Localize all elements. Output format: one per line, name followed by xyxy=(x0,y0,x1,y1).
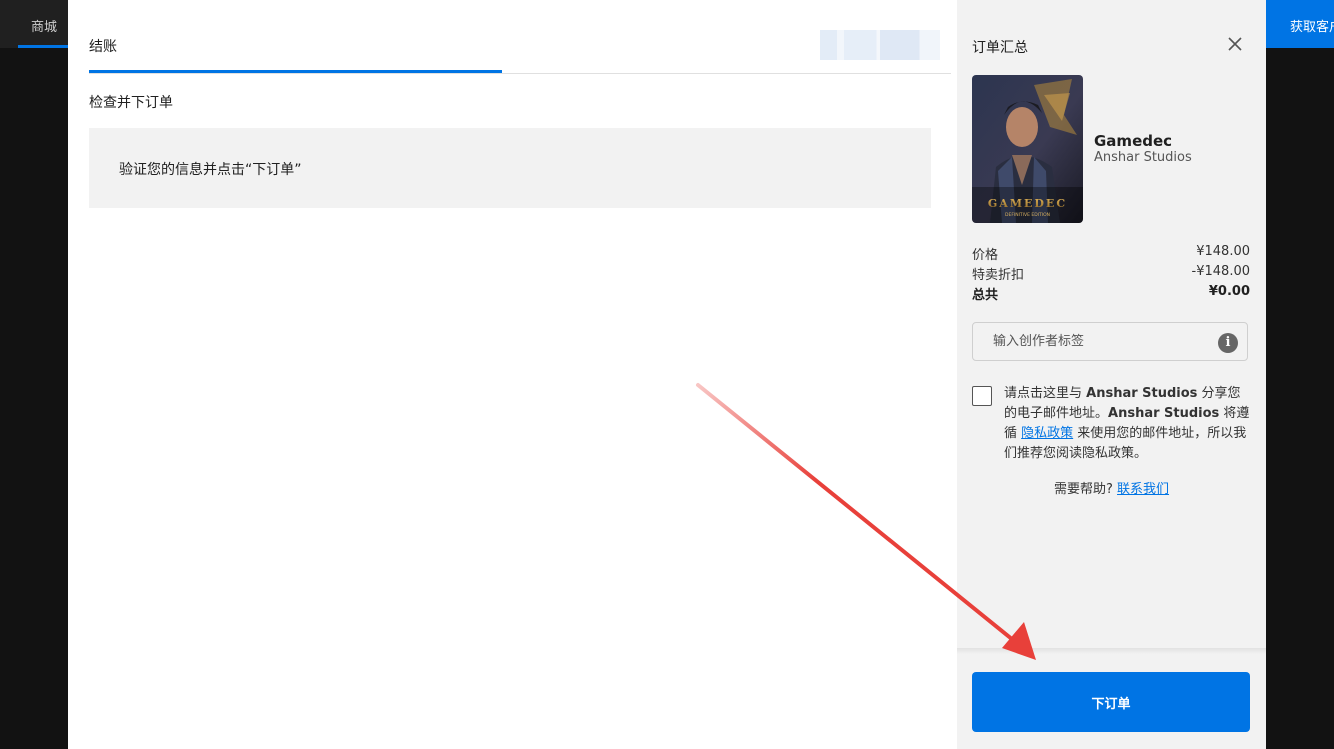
place-order-button[interactable]: 下订单 xyxy=(972,672,1250,732)
info-message: 验证您的信息并点击“下订单” xyxy=(119,162,302,178)
consent-publisher: Anshar Studios xyxy=(1086,386,1198,401)
help-line: 需要帮助? 联系我们 xyxy=(957,478,1266,497)
close-icon[interactable] xyxy=(1227,36,1243,52)
info-box: 验证您的信息并点击“下订单” xyxy=(89,128,931,208)
checkout-modal: 结账 检查并下订单 验证您的信息并点击“下订单” 订单汇总 GAMEDEC DE… xyxy=(68,0,1266,749)
consent-publisher: Anshar Studios xyxy=(1108,406,1220,421)
creator-tag-input[interactable] xyxy=(981,328,1225,355)
info-icon[interactable]: i xyxy=(1218,333,1238,353)
total-label: 总共 xyxy=(972,288,999,303)
order-summary-title: 订单汇总 xyxy=(972,40,1028,56)
price-row-base: 价格 ¥148.00 xyxy=(972,244,1250,263)
contact-us-link[interactable]: 联系我们 xyxy=(1117,482,1169,497)
email-share-checkbox[interactable] xyxy=(972,386,992,406)
game-publisher: Anshar Studios xyxy=(1094,150,1192,165)
discount-value: -¥148.00 xyxy=(1191,264,1250,279)
price-row-total: 总共 ¥0.00 xyxy=(972,284,1250,303)
tab-divider xyxy=(89,73,951,74)
price-label: 价格 xyxy=(972,248,999,263)
consent-part1: 请点击这里与 xyxy=(1004,386,1087,401)
section-title: 检查并下订单 xyxy=(89,95,173,111)
cover-subtitle-text: DEFINITIVE EDITION xyxy=(1005,212,1050,218)
price-row-discount: 特卖折扣 -¥148.00 xyxy=(972,264,1250,283)
order-summary-panel: 订单汇总 GAMEDEC DEFINITIVE EDITION Gamedec … xyxy=(957,0,1266,749)
store-tab-label: 商城 xyxy=(31,20,58,35)
privacy-policy-link[interactable]: 隐私政策 xyxy=(1021,426,1073,441)
discount-label: 特卖折扣 xyxy=(972,268,1025,283)
footer-divider xyxy=(957,648,1266,654)
blurred-account-info xyxy=(820,30,940,60)
creator-tag-field: i xyxy=(972,322,1248,361)
price-value: ¥148.00 xyxy=(1196,244,1250,259)
get-client-button[interactable]: 获取客户端 xyxy=(1266,0,1334,48)
game-cover-image: GAMEDEC DEFINITIVE EDITION xyxy=(972,75,1083,223)
help-text: 需要帮助? xyxy=(1053,482,1113,497)
tab-checkout[interactable]: 结账 xyxy=(89,36,117,56)
cover-title-text: GAMEDEC xyxy=(988,197,1067,210)
email-consent-text: 请点击这里与 Anshar Studios 分享您的电子邮件地址。Anshar … xyxy=(1004,384,1250,464)
get-client-label: 获取客户端 xyxy=(1290,20,1334,35)
checkout-main-panel: 结账 检查并下订单 验证您的信息并点击“下订单” xyxy=(68,0,957,749)
total-value: ¥0.00 xyxy=(1208,284,1250,299)
game-title: Gamedec xyxy=(1094,132,1173,150)
